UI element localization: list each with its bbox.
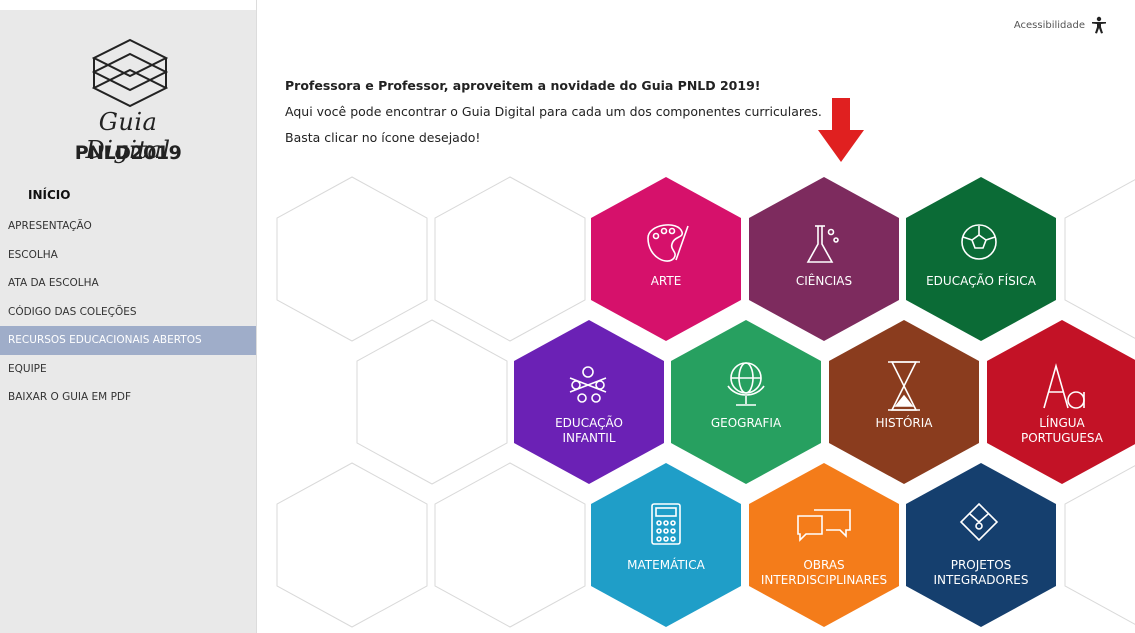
hex-projetos-integradores-label[interactable]: PROJETOS INTEGRADORES [906, 558, 1056, 588]
hex-lingua-portuguesa-label[interactable]: LÍNGUA PORTUGUESA [987, 416, 1135, 446]
hex-geografia-label[interactable]: GEOGRAFIA [671, 416, 821, 431]
hex-ciencias-label[interactable]: CIÊNCIAS [749, 274, 899, 289]
hex-arte[interactable] [591, 177, 741, 341]
subject-hex-grid [276, 176, 1135, 628]
hex-ciencias[interactable] [749, 177, 899, 341]
hex-matematica[interactable] [591, 463, 741, 627]
hex-projetos-integradores[interactable] [906, 463, 1056, 627]
hex-historia-label[interactable]: HISTÓRIA [829, 416, 979, 431]
empty-hex [356, 319, 508, 485]
hex-educacao-infantil-label[interactable]: EDUCAÇÃO INFANTIL [514, 416, 664, 446]
empty-hex [1064, 465, 1135, 625]
hex-educacao-fisica-label[interactable]: EDUCAÇÃO FÍSICA [906, 274, 1056, 289]
hex-lingua-label-2: PORTUGUESA [1021, 431, 1103, 445]
hex-matematica-label[interactable]: MATEMÁTICA [591, 558, 741, 573]
empty-hex [434, 176, 586, 342]
hex-obras-interdisciplinares[interactable] [749, 463, 899, 627]
hex-arte-label[interactable]: ARTE [591, 274, 741, 289]
hex-projetos-label-1: PROJETOS [950, 558, 1012, 572]
empty-hex [434, 462, 586, 628]
hex-lingua-portuguesa[interactable] [987, 320, 1135, 484]
hex-obras-label-2: INTERDISCIPLINARES [760, 573, 888, 587]
hex-obras-label-1: OBRAS [803, 558, 845, 572]
empty-hex [276, 176, 428, 342]
hex-obras-interdisciplinares-label[interactable]: OBRAS INTERDISCIPLINARES [749, 558, 899, 588]
hex-educacao-infantil-label-1: EDUCAÇÃO [555, 416, 623, 430]
hex-projetos-label-2: INTEGRADORES [933, 573, 1029, 587]
empty-hex [1064, 179, 1135, 339]
hex-educacao-infantil-label-2: INFANTIL [562, 431, 616, 445]
hex-lingua-label-1: LÍNGUA [1039, 416, 1085, 430]
empty-hex [276, 462, 428, 628]
hex-educacao-infantil[interactable] [514, 320, 664, 484]
